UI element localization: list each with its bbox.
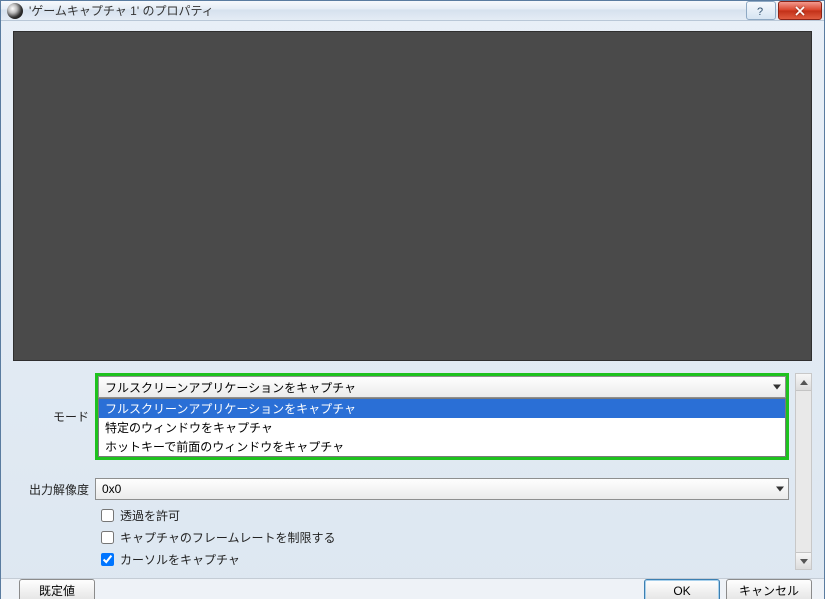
mode-option[interactable]: フルスクリーンアプリケーションをキャプチャ [99,399,785,418]
mode-dropdown[interactable]: フルスクリーンアプリケーションをキャプチャ 特定のウィンドウをキャプチャ ホット… [98,398,786,457]
defaults-button[interactable]: 既定値 [19,579,95,599]
close-button[interactable] [778,1,822,20]
scroll-down-button[interactable] [796,552,811,569]
mode-option[interactable]: ホットキーで前面のウィンドウをキャプチャ [99,437,785,456]
chevron-down-icon [773,385,781,390]
help-button[interactable]: ? [746,1,776,20]
properties-dialog: 'ゲームキャプチャ 1' のプロパティ ? モード フルスクリーンアプリケーショ… [0,0,825,599]
chevron-down-icon [776,487,784,492]
vertical-scrollbar[interactable] [795,373,812,570]
mode-combobox[interactable]: フルスクリーンアプリケーションをキャプチャ [98,376,786,398]
allow-transparency-label: 透過を許可 [120,507,180,524]
mode-highlight: フルスクリーンアプリケーションをキャプチャ フルスクリーンアプリケーションをキャ… [95,373,789,460]
svg-text:?: ? [757,6,763,17]
cancel-button[interactable]: キャンセル [726,579,812,599]
chevron-down-icon [800,559,808,564]
limit-framerate-checkbox[interactable] [101,531,114,544]
allow-transparency-checkbox[interactable] [101,509,114,522]
chevron-up-icon [800,380,808,385]
scroll-up-button[interactable] [796,374,811,391]
limit-framerate-label: キャプチャのフレームレートを制限する [120,529,336,546]
ok-button[interactable]: OK [644,579,720,599]
app-icon [7,3,23,19]
resolution-label: 出力解像度 [13,481,95,498]
preview-area [13,31,812,361]
titlebar[interactable]: 'ゲームキャプチャ 1' のプロパティ ? [1,1,824,21]
resolution-value: 0x0 [102,482,121,496]
mode-combobox-value: フルスクリーンアプリケーションをキャプチャ [105,379,356,396]
mode-option[interactable]: 特定のウィンドウをキャプチャ [99,418,785,437]
dialog-footer: 既定値 OK キャンセル [1,578,824,599]
mode-label: モード [13,408,95,425]
capture-cursor-label: カーソルをキャプチャ [120,551,240,568]
window-title: 'ゲームキャプチャ 1' のプロパティ [29,2,746,19]
resolution-combobox[interactable]: 0x0 [95,478,789,500]
capture-cursor-checkbox[interactable] [101,553,114,566]
